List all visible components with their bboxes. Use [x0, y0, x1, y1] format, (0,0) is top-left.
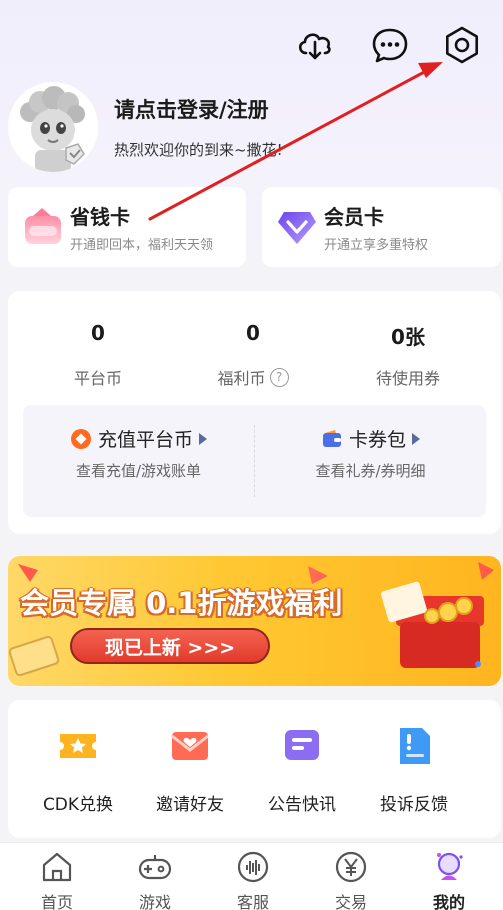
vip-card-subtitle: 开通立享多重特权	[324, 238, 429, 253]
save-money-card[interactable]: 省钱卡 开通即回本，福利天天领	[8, 187, 246, 267]
recharge-icon	[70, 428, 91, 449]
tools-panel: CDK兑换 邀请好友 公告快讯 投诉反馈	[8, 700, 501, 838]
recharge-button[interactable]: 充值平台币 查看充值/游戏账单	[23, 425, 254, 481]
invite-friends-label: 邀请好友	[156, 795, 224, 815]
welfare-coin-label: 福利币	[217, 369, 266, 388]
coupon-value: 0张	[391, 325, 425, 349]
chevron-right-icon	[412, 432, 420, 445]
message-icon[interactable]	[369, 24, 411, 66]
cloud-download-icon[interactable]	[294, 24, 336, 66]
wallet-panel: 0 平台币 0 福利币? 0张 待使用券 充值平台币 查看充值/游戏账单 卡券包…	[8, 291, 501, 534]
nav-trade[interactable]: 交易	[302, 849, 400, 910]
announcements-label: 公告快讯	[268, 795, 336, 815]
promo-banner[interactable]: 会员专属 0.1折游戏福利 现已上新 >>>	[8, 556, 501, 686]
nav-games[interactable]: 游戏	[106, 849, 204, 910]
service-icon	[237, 851, 269, 883]
welcome-text: 热烈欢迎你的到来~撒花!	[114, 141, 283, 159]
banner-title: 会员专属 0.1折游戏福利	[20, 586, 343, 620]
save-card-subtitle: 开通即回本，福利天天领	[70, 238, 214, 253]
welfare-coin-stat[interactable]: 0 福利币?	[173, 321, 333, 389]
pig-card-icon	[25, 208, 61, 244]
feedback-icon	[400, 728, 430, 764]
nav-trade-label: 交易	[334, 893, 367, 910]
platform-coin-label: 平台币	[73, 369, 122, 388]
vip-shield-icon	[278, 212, 316, 244]
home-icon	[42, 852, 72, 882]
coupon-pack-button[interactable]: 卡券包 查看礼券/券明细	[255, 425, 486, 481]
nav-games-label: 游戏	[138, 893, 171, 910]
notice-icon	[285, 730, 319, 760]
nav-home[interactable]: 首页	[8, 849, 106, 910]
vip-card[interactable]: 会员卡 开通立享多重特权	[262, 187, 501, 267]
recharge-title: 充值平台币	[97, 429, 193, 451]
profile-icon	[437, 852, 463, 880]
login-register-link[interactable]: 请点击登录/注册	[114, 94, 269, 124]
announcements-button[interactable]: 公告快讯	[246, 724, 358, 815]
invite-friends-button[interactable]: 邀请好友	[134, 724, 246, 815]
gamepad-icon	[138, 855, 172, 880]
avatar[interactable]	[8, 82, 98, 172]
nav-service-label: 客服	[236, 893, 269, 910]
gear-icon[interactable]	[441, 24, 483, 66]
envelope-icon	[171, 732, 209, 760]
recharge-subtitle: 查看充值/游戏账单	[75, 462, 202, 480]
banner-cta-button[interactable]: 现已上新 >>>	[70, 628, 270, 664]
platform-coin-stat[interactable]: 0 平台币	[18, 321, 178, 389]
complaint-feedback-label: 投诉反馈	[380, 795, 448, 815]
nav-profile-label: 我的	[432, 893, 465, 910]
wallet-actions: 充值平台币 查看充值/游戏账单 卡券包 查看礼券/券明细	[23, 405, 486, 517]
vip-card-title: 会员卡	[324, 205, 384, 229]
platform-coin-value: 0	[91, 321, 105, 345]
chevron-right-icon	[199, 432, 207, 445]
welfare-coin-value: 0	[246, 321, 260, 345]
wallet-icon	[322, 429, 341, 447]
nav-home-label: 首页	[40, 893, 73, 910]
coupon-label: 待使用券	[375, 369, 440, 388]
nav-service[interactable]: 客服	[204, 849, 302, 910]
save-card-title: 省钱卡	[70, 205, 130, 229]
coupon-pack-title: 卡券包	[348, 429, 406, 451]
complaint-feedback-button[interactable]: 投诉反馈	[358, 724, 470, 815]
coupon-stat[interactable]: 0张 待使用券	[328, 321, 488, 389]
coupon-pack-subtitle: 查看礼券/券明细	[315, 462, 426, 480]
yen-icon	[335, 851, 367, 883]
cdk-redeem-button[interactable]: CDK兑换	[22, 724, 134, 815]
ticket-icon	[60, 734, 96, 758]
cdk-redeem-label: CDK兑换	[42, 795, 114, 815]
help-icon[interactable]: ?	[269, 367, 289, 387]
bottom-nav: 首页 游戏 客服 交易 我的	[0, 842, 503, 910]
nav-profile[interactable]: 我的	[400, 849, 498, 910]
